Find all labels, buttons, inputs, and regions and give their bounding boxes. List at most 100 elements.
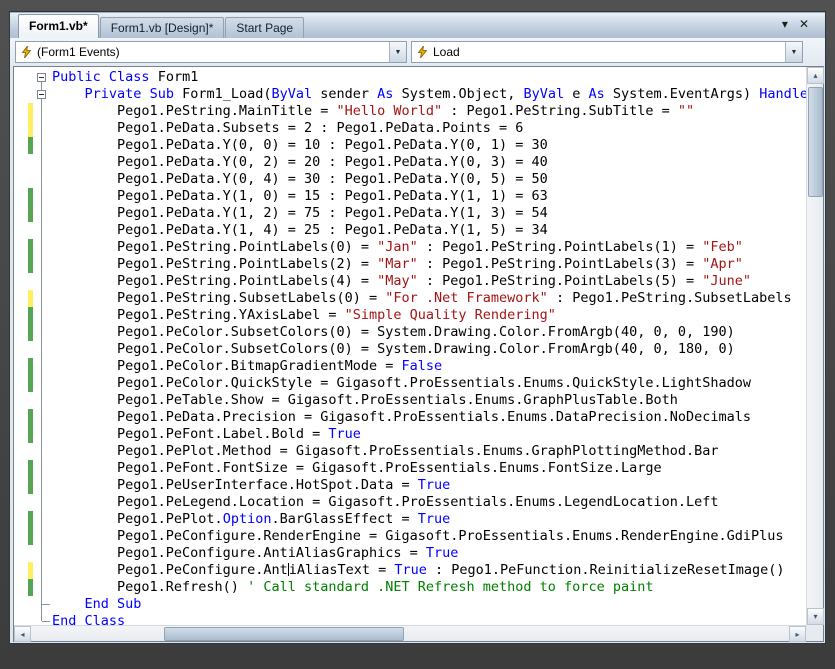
code-token: Pego1.PeFont.Label.Bold =	[52, 426, 328, 442]
vertical-scroll-thumb[interactable]	[808, 87, 823, 197]
horizontal-scroll-thumb[interactable]	[164, 627, 404, 641]
code-line[interactable]: Pego1.PeData.Y(1, 4) = 25 : Pego1.PeData…	[14, 222, 806, 239]
code-token: Pego1.PeFont.FontSize = Gigasoft.ProEsse…	[52, 460, 662, 476]
code-line[interactable]: Pego1.PeString.PointLabels(2) = "Mar" : …	[14, 256, 806, 273]
code-token: End Class	[52, 613, 125, 625]
code-line[interactable]: Pego1.PePlot.Method = Gigasoft.ProEssent…	[14, 443, 806, 460]
tab-form1-vb-design[interactable]: Form1.vb [Design]*	[100, 17, 225, 38]
code-line[interactable]: Pego1.PeTable.Show = Gigasoft.ProEssenti…	[14, 392, 806, 409]
event-combobox-value: Load	[433, 45, 460, 59]
code-token: Pego1.PeData.Y(1, 0) = 15 : Pego1.PeData…	[52, 188, 548, 204]
code-token: Private	[85, 86, 142, 102]
outline-collapse-button[interactable]	[37, 90, 46, 99]
code-line[interactable]: Pego1.PeString.PointLabels(0) = "Jan" : …	[14, 239, 806, 256]
code-token: "Hello World"	[336, 103, 442, 119]
close-document-icon[interactable]: ✕	[799, 17, 809, 31]
code-line[interactable]: Pego1.PeData.Y(1, 0) = 15 : Pego1.PeData…	[14, 188, 806, 205]
code-token: iAliasText =	[289, 562, 395, 578]
tab-form1-vb[interactable]: Form1.vb*	[18, 14, 99, 38]
code-token: Pego1.PeString.MainTitle =	[52, 103, 336, 119]
code-token: e	[564, 86, 588, 102]
code-token: : Pego1.PeString.PointLabels(3) =	[418, 256, 702, 272]
chevron-down-icon[interactable]: ▼	[389, 42, 406, 62]
code-token: : Pego1.PeString.PointLabels(1) =	[418, 239, 702, 255]
code-line[interactable]: Pego1.PeData.Y(0, 4) = 30 : Pego1.PeData…	[14, 171, 806, 188]
code-token: ByVal	[272, 86, 313, 102]
horizontal-scrollbar[interactable]: ◂ ▸	[14, 625, 806, 641]
code-token	[101, 69, 109, 85]
ide-document-window: Form1.vb* Form1.vb [Design]* Start Page …	[9, 11, 826, 644]
vertical-scrollbar[interactable]: ▴ ▾	[806, 67, 823, 625]
code-line[interactable]: Pego1.PeString.YAxisLabel = "Simple Qual…	[14, 307, 806, 324]
code-line[interactable]: Pego1.PeString.MainTitle = "Hello World"…	[14, 103, 806, 120]
code-token: Pego1.PePlot.	[52, 511, 223, 527]
code-line[interactable]: End Sub	[14, 596, 806, 613]
code-token	[52, 596, 85, 612]
code-text-layer[interactable]: Public Class Form1 Private Sub Form1_Loa…	[14, 67, 806, 625]
code-line[interactable]: Pego1.PePlot.Option.BarGlassEffect = Tru…	[14, 511, 806, 528]
code-line[interactable]: Pego1.PeData.Subsets = 2 : Pego1.PeData.…	[14, 120, 806, 137]
document-list-dropdown-icon[interactable]: ▾	[782, 17, 788, 31]
code-line[interactable]: Pego1.PeUserInterface.HotSpot.Data = Tru…	[14, 477, 806, 494]
code-token: : Pego1.PeString.SubTitle =	[442, 103, 678, 119]
code-line[interactable]: Pego1.PeData.Y(0, 0) = 10 : Pego1.PeData…	[14, 137, 806, 154]
object-combobox-value: (Form1 Events)	[37, 45, 120, 59]
code-line[interactable]: Pego1.PeColor.QuickStyle = Gigasoft.ProE…	[14, 375, 806, 392]
code-token: True	[418, 511, 451, 527]
code-line[interactable]: Pego1.PeColor.SubsetColors(0) = System.D…	[14, 341, 806, 358]
code-line[interactable]: Pego1.PeConfigure.RenderEngine = Gigasof…	[14, 528, 806, 545]
code-line[interactable]: Pego1.PeConfigure.AntiAliasText = True :…	[14, 562, 806, 579]
event-lightning-icon	[417, 46, 428, 58]
code-line[interactable]: Pego1.PeFont.Label.Bold = True	[14, 426, 806, 443]
code-token: Pego1.PeData.Y(1, 4) = 25 : Pego1.PeData…	[52, 222, 548, 238]
code-line[interactable]: Pego1.PeConfigure.AntiAliasGraphics = Tr…	[14, 545, 806, 562]
code-token: Pego1.PeUserInterface.HotSpot.Data =	[52, 477, 418, 493]
code-line[interactable]: End Class	[14, 613, 806, 625]
code-line[interactable]: Pego1.Refresh() ' Call standard .NET Ref…	[14, 579, 806, 596]
code-token: Option	[223, 511, 272, 527]
code-token: Pego1.PeData.Y(0, 2) = 20 : Pego1.PeData…	[52, 154, 548, 170]
code-token	[52, 86, 85, 102]
code-line[interactable]: Public Class Form1	[14, 69, 806, 86]
scroll-up-icon[interactable]: ▴	[807, 67, 824, 84]
code-line[interactable]: Pego1.PeString.SubsetLabels(0) = "For .N…	[14, 290, 806, 307]
code-token: Pego1.PeColor.SubsetColors(0) = System.D…	[52, 324, 735, 340]
code-token: Pego1.PeColor.QuickStyle = Gigasoft.ProE…	[52, 375, 751, 391]
code-token: "Apr"	[702, 256, 743, 272]
code-token: Sub	[150, 86, 174, 102]
code-line[interactable]: Private Sub Form1_Load(ByVal sender As S…	[14, 86, 806, 103]
code-token: Pego1.PeData.Y(0, 0) = 10 : Pego1.PeData…	[52, 137, 548, 153]
code-navigation-bar: (Form1 Events) ▼ Load ▼	[10, 38, 825, 66]
code-token: : Pego1.PeFunction.ReinitializeResetImag…	[427, 562, 785, 578]
scroll-down-icon[interactable]: ▾	[807, 608, 824, 625]
code-token: ""	[678, 103, 694, 119]
chevron-down-icon[interactable]: ▼	[785, 42, 802, 62]
scroll-left-icon[interactable]: ◂	[14, 626, 31, 642]
code-token: True	[394, 562, 427, 578]
code-token: Pego1.PeString.YAxisLabel =	[52, 307, 345, 323]
code-token: .BarGlassEffect =	[271, 511, 417, 527]
code-token: Pego1.PeData.Y(0, 4) = 30 : Pego1.PeData…	[52, 171, 548, 187]
code-line[interactable]: Pego1.PeLegend.Location = Gigasoft.ProEs…	[14, 494, 806, 511]
code-token: Public	[52, 69, 101, 85]
object-combobox[interactable]: (Form1 Events) ▼	[15, 41, 407, 63]
scrollbar-corner	[806, 625, 823, 641]
event-combobox[interactable]: Load ▼	[411, 41, 803, 63]
code-line[interactable]: Pego1.PeColor.SubsetColors(0) = System.D…	[14, 324, 806, 341]
code-token: Pego1.PeData.Subsets = 2 : Pego1.PeData.…	[52, 120, 523, 136]
document-tabstrip: Form1.vb* Form1.vb [Design]* Start Page	[10, 12, 825, 38]
code-line[interactable]: Pego1.PeData.Y(1, 2) = 75 : Pego1.PeData…	[14, 205, 806, 222]
code-line[interactable]: Pego1.PeString.PointLabels(4) = "May" : …	[14, 273, 806, 290]
code-line[interactable]: Pego1.PeData.Precision = Gigasoft.ProEss…	[14, 409, 806, 426]
code-line[interactable]: Pego1.PeFont.FontSize = Gigasoft.ProEsse…	[14, 460, 806, 477]
scroll-right-icon[interactable]: ▸	[789, 626, 806, 642]
outline-collapse-button[interactable]	[37, 73, 46, 82]
code-token: Pego1.PePlot.Method = Gigasoft.ProEssent…	[52, 443, 718, 459]
code-token: As	[377, 86, 393, 102]
code-line[interactable]: Pego1.PeColor.BitmapGradientMode = False	[14, 358, 806, 375]
code-token: "Mar"	[377, 256, 418, 272]
outline-guide-line	[41, 82, 42, 621]
code-line[interactable]: Pego1.PeData.Y(0, 2) = 20 : Pego1.PeData…	[14, 154, 806, 171]
code-token: Pego1.Refresh()	[52, 579, 247, 595]
tab-start-page[interactable]: Start Page	[225, 17, 304, 38]
